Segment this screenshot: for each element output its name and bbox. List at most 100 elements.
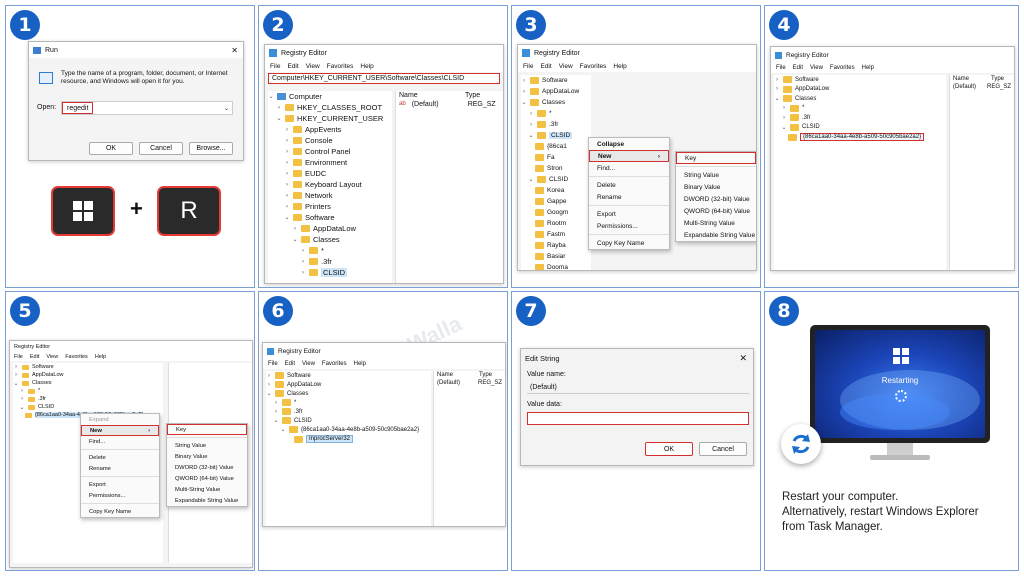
- menu-item-delete[interactable]: Delete: [81, 452, 159, 463]
- menu-item-delete[interactable]: Delete: [589, 179, 669, 191]
- submenu-item-multi-string-value[interactable]: Multi-String Value: [167, 484, 247, 495]
- tree-node[interactable]: › AppDataLow: [266, 380, 431, 389]
- tree-node[interactable]: › Environment: [268, 157, 392, 168]
- tree-node[interactable]: › AppDataLow: [521, 86, 591, 97]
- browse-button[interactable]: Browse...: [189, 142, 233, 155]
- tree-node[interactable]: › *: [521, 108, 591, 119]
- tree-node[interactable]: Korea: [521, 185, 591, 196]
- tree-node[interactable]: Gappe: [521, 196, 591, 207]
- tree-node[interactable]: › .3fr: [774, 113, 946, 123]
- tree-node[interactable]: › Console: [268, 135, 392, 146]
- tree-node[interactable]: › *: [268, 245, 392, 256]
- tree-node[interactable]: ⌄ CLSID: [521, 130, 591, 141]
- tree-node[interactable]: ⌄ Computer: [268, 91, 392, 102]
- tree-node[interactable]: ⌄ Classes: [521, 97, 591, 108]
- value-row[interactable]: (Default) REG_SZ: [434, 379, 505, 387]
- menu-item-copy-key-name[interactable]: Copy Key Name: [589, 237, 669, 249]
- tree-node[interactable]: › HKEY_CLASSES_ROOT: [268, 102, 392, 113]
- tree-node[interactable]: Fastm: [521, 229, 591, 240]
- submenu-item-dword-value[interactable]: DWORD (32-bit) Value: [676, 193, 756, 205]
- tree-node[interactable]: Rayba: [521, 240, 591, 251]
- cancel-button[interactable]: Cancel: [699, 442, 747, 456]
- chevron-down-icon[interactable]: ⌄: [224, 105, 229, 112]
- tree-node[interactable]: › Software: [266, 371, 431, 380]
- menu-item-export[interactable]: Export: [589, 208, 669, 220]
- submenu-item-dword-value[interactable]: DWORD (32-bit) Value: [167, 462, 247, 473]
- value-data-input[interactable]: [527, 412, 749, 425]
- submenu-item-expandable-string-value[interactable]: Expandable String Value: [676, 229, 756, 241]
- tree-node[interactable]: Rootm: [521, 218, 591, 229]
- tree-node[interactable]: ⌄ CLSID: [266, 416, 431, 425]
- value-row[interactable]: (Default) REG_SZ: [950, 83, 1014, 91]
- ok-button[interactable]: OK: [645, 442, 693, 456]
- menu-item-permissions[interactable]: Permissions...: [81, 490, 159, 501]
- tree-node[interactable]: ⌄ Classes: [13, 379, 163, 387]
- menu-favorites[interactable]: Favorites: [327, 63, 354, 70]
- cancel-button[interactable]: Cancel: [139, 142, 183, 155]
- tree-node[interactable]: › .3fr: [521, 119, 591, 130]
- open-input[interactable]: regedit ⌄: [61, 101, 233, 115]
- tree-node[interactable]: › Printers: [268, 201, 392, 212]
- menu-item-rename[interactable]: Rename: [589, 191, 669, 203]
- menu-item-rename[interactable]: Rename: [81, 463, 159, 474]
- submenu-item-string-value[interactable]: String Value: [167, 440, 247, 451]
- menu-item-permissions[interactable]: Permissions...: [589, 220, 669, 232]
- menu-item-expand[interactable]: Expand: [81, 414, 159, 425]
- submenu-item-qword-value[interactable]: QWORD (64-bit) Value: [676, 205, 756, 217]
- submenu-item-qword-value[interactable]: QWORD (64-bit) Value: [167, 473, 247, 484]
- tree-node[interactable]: › Software: [13, 363, 163, 371]
- tree-node[interactable]: › AppDataLow: [268, 223, 392, 234]
- tree-node[interactable]: ⌄ CLSID: [521, 174, 591, 185]
- close-icon[interactable]: ✕: [231, 46, 238, 55]
- tree-node[interactable]: › Software: [774, 75, 946, 85]
- tree-node[interactable]: ⌄ Software: [268, 212, 392, 223]
- address-bar[interactable]: Computer\HKEY_CURRENT_USER\Software\Clas…: [268, 73, 500, 84]
- tree-node[interactable]: › Network: [268, 190, 392, 201]
- tree-node[interactable]: Googm: [521, 207, 591, 218]
- menu-item-export[interactable]: Export: [81, 479, 159, 490]
- tree-node[interactable]: › .3fr: [268, 256, 392, 267]
- submenu-item-multi-string-value[interactable]: Multi-String Value: [676, 217, 756, 229]
- tree-node[interactable]: › *: [774, 104, 946, 114]
- tree-node[interactable]: ⌄ HKEY_CURRENT_USER: [268, 113, 392, 124]
- submenu-item-key[interactable]: Key: [676, 152, 756, 164]
- tree-node[interactable]: › CLSID: [268, 267, 392, 278]
- tree-node[interactable]: › EUDC: [268, 168, 392, 179]
- menu-help[interactable]: Help: [360, 63, 373, 70]
- menu-item-copy-key-name[interactable]: Copy Key Name: [81, 506, 159, 517]
- tree-node[interactable]: › Software: [521, 75, 591, 86]
- tree-node[interactable]: › Keyboard Layout: [268, 179, 392, 190]
- tree-node[interactable]: › *: [266, 398, 431, 407]
- tree-node[interactable]: Stron: [521, 163, 591, 174]
- tree-node[interactable]: ⌄ Classes: [268, 234, 392, 245]
- menu-file[interactable]: File: [270, 63, 280, 70]
- tree-node[interactable]: Dooma: [521, 262, 591, 270]
- menu-item-find[interactable]: Find...: [81, 436, 159, 447]
- tree-node[interactable]: › *: [13, 387, 163, 395]
- tree-node[interactable]: ⌄ {86ca1aa0-34aa-4e8b-a509-50c905bae2a2}: [266, 425, 431, 434]
- tree-node[interactable]: InprocServer32: [266, 434, 431, 444]
- submenu-item-string-value[interactable]: String Value: [676, 169, 756, 181]
- tree-node[interactable]: ⌄ Classes: [774, 94, 946, 104]
- submenu-item-key[interactable]: Key: [167, 424, 247, 435]
- menu-item-find[interactable]: Find...: [589, 162, 669, 174]
- value-row[interactable]: ab (Default) REG_SZ: [396, 100, 503, 109]
- menu-item-collapse[interactable]: Collapse: [589, 138, 669, 150]
- tree-node[interactable]: › AppEvents: [268, 124, 392, 135]
- tree-node[interactable]: Fa: [521, 152, 591, 163]
- menu-view[interactable]: View: [306, 63, 320, 70]
- ok-button[interactable]: OK: [89, 142, 133, 155]
- submenu-item-expandable-string-value[interactable]: Expandable String Value: [167, 495, 247, 506]
- tree-node[interactable]: › .3fr: [13, 395, 163, 403]
- close-icon[interactable]: ✕: [739, 353, 747, 364]
- tree-node[interactable]: ⌄ Classes: [266, 389, 431, 398]
- submenu-item-binary-value[interactable]: Binary Value: [676, 181, 756, 193]
- tree-node[interactable]: Basiar: [521, 251, 591, 262]
- menu-item-new[interactable]: New ›: [81, 425, 159, 436]
- tree-node[interactable]: ⌄ CLSID: [13, 403, 163, 411]
- submenu-item-binary-value[interactable]: Binary Value: [167, 451, 247, 462]
- tree-node[interactable]: › Control Panel: [268, 146, 392, 157]
- tree-node[interactable]: › AppDataLow: [13, 371, 163, 379]
- menu-edit[interactable]: Edit: [287, 63, 298, 70]
- tree-node[interactable]: {86ca1: [521, 141, 591, 152]
